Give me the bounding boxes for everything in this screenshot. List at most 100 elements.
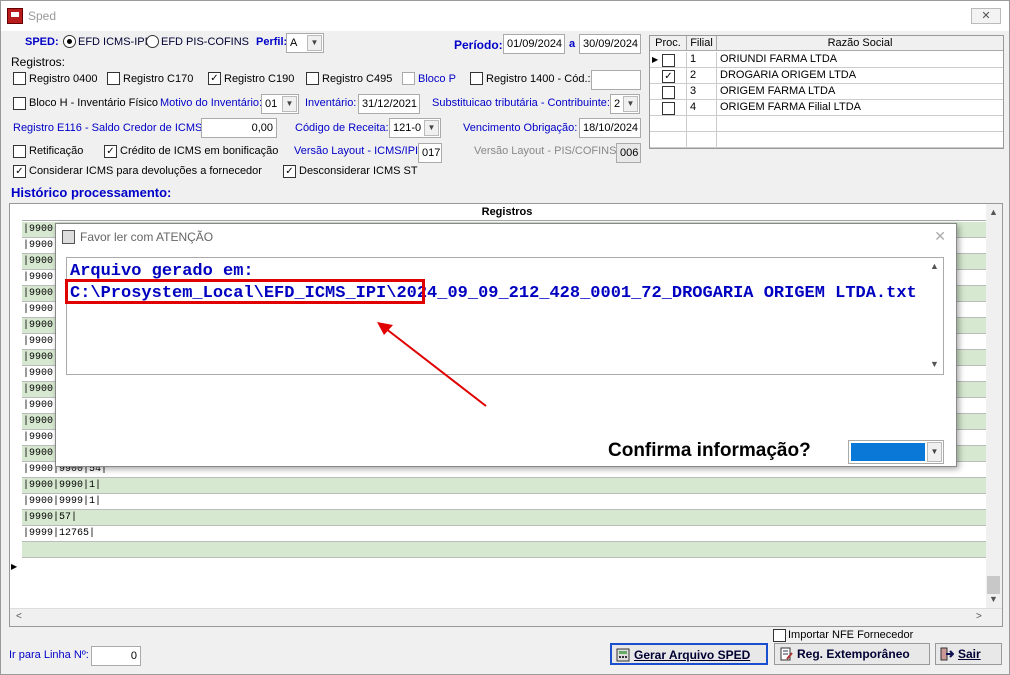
filiais-header: Proc. Filial Razão Social — [650, 36, 1003, 51]
scroll-thumb[interactable] — [987, 576, 1000, 594]
checkbox-bloco-h[interactable] — [13, 97, 26, 110]
registros-label: Registros: — [11, 55, 66, 69]
close-button[interactable]: ✕ — [971, 8, 1001, 24]
versao-pis-label: Versão Layout - PIS/COFINS: — [474, 145, 620, 157]
registro-1400-cod-input[interactable] — [591, 70, 641, 90]
checkbox-registro-1400[interactable] — [470, 72, 483, 85]
window-title: Sped — [28, 9, 57, 23]
vencimento-label: Vencimento Obrigação: — [463, 122, 578, 134]
filial-razao: ORIUNDI FARMA LTDA — [720, 53, 838, 65]
periodo-sep: a — [569, 38, 576, 50]
checkbox-registro-c190[interactable]: ✓ — [208, 72, 221, 85]
historico-row[interactable] — [22, 542, 992, 558]
filial-row[interactable]: 4 ORIGEM FARMA Filial LTDA — [650, 100, 1003, 116]
codrec-select[interactable]: 121-0 ▼ — [389, 118, 441, 138]
scroll-up-icon[interactable]: ▲ — [989, 207, 998, 217]
horizontal-scrollbar[interactable]: < > — [10, 608, 1002, 626]
chevron-down-icon: ▼ — [927, 442, 942, 462]
filial-row[interactable]: 3 ORIGEM FARMA LTDA — [650, 84, 1003, 100]
sped-label: SPED: — [25, 36, 59, 48]
inventario-input[interactable]: 31/12/2021 — [358, 94, 420, 114]
filial-checkbox[interactable] — [662, 54, 675, 67]
filial-row-empty — [650, 116, 1003, 132]
subst-select[interactable]: 2 ▼ — [610, 94, 640, 114]
scroll-right-icon[interactable]: > — [976, 611, 982, 622]
checkbox-registro-c495[interactable] — [306, 72, 319, 85]
filial-code: 1 — [687, 52, 717, 68]
checkbox-importar-nfe[interactable] — [773, 629, 786, 642]
chevron-down-icon: ▼ — [424, 120, 439, 136]
checkbox-registro-0400[interactable] — [13, 72, 26, 85]
sair-button[interactable]: Sair — [935, 643, 1002, 665]
checkbox-registro-c170[interactable] — [107, 72, 120, 85]
title-bar: Sped ✕ — [1, 1, 1009, 31]
filial-code: 3 — [687, 84, 717, 100]
historico-row[interactable]: |9900|9990|1| — [22, 478, 992, 494]
checkbox-bloco-p[interactable] — [402, 72, 415, 85]
exit-door-icon — [940, 647, 954, 661]
filial-razao: ORIGEM FARMA LTDA — [720, 85, 836, 97]
checkbox-retificacao[interactable] — [13, 145, 26, 158]
filial-razao: DROGARIA ORIGEM LTDA — [720, 69, 857, 81]
filial-row[interactable]: ▶ 1 ORIUNDI FARMA LTDA — [650, 52, 1003, 68]
motivo-select[interactable]: 01 ▼ — [261, 94, 299, 114]
credito-label: Crédito de ICMS em bonificação — [120, 145, 279, 157]
periodo-to-input[interactable]: 30/09/2024 — [579, 34, 641, 54]
perfil-select[interactable]: A ▼ — [286, 33, 324, 53]
reg-extemporaneo-button[interactable]: Reg. Extemporâneo — [774, 643, 930, 665]
message-scrollbar[interactable]: ▲ ▼ — [927, 258, 943, 374]
document-edit-icon — [780, 647, 793, 661]
bloco-p-label: Bloco P — [418, 73, 456, 85]
chevron-down-icon: ▼ — [282, 96, 297, 112]
radio-efd-pis-cofins[interactable] — [146, 35, 159, 48]
filial-razao: ORIGEM FARMA Filial LTDA — [720, 101, 861, 113]
filial-checkbox[interactable] — [662, 102, 675, 115]
col-razao: Razão Social — [827, 37, 893, 49]
versao-icms-label: Versão Layout - ICMS/IPI: — [294, 145, 422, 157]
perfil-label: Perfil: — [256, 36, 288, 48]
message-box[interactable]: Arquivo gerado em: C:\Prosystem_Local\EF… — [66, 257, 944, 375]
historico-row[interactable]: |9999|12765| — [22, 526, 992, 542]
scroll-left-icon[interactable]: < — [16, 611, 22, 622]
codrec-label: Código de Receita: — [295, 122, 389, 134]
importar-nfe-label: Importar NFE Fornecedor — [788, 629, 914, 641]
e116-input[interactable]: 0,00 — [201, 118, 277, 138]
retificacao-label: Retificação — [29, 145, 84, 157]
scroll-down-icon[interactable]: ▼ — [930, 359, 939, 369]
ir-para-linha-input[interactable]: 0 — [91, 646, 141, 666]
filial-checkbox[interactable] — [662, 86, 675, 99]
vertical-scrollbar[interactable]: ▲ ▼ — [986, 204, 1002, 608]
checkbox-credito-bonificacao[interactable]: ✓ — [104, 145, 117, 158]
sair-label: Sair — [958, 647, 981, 661]
filial-checkbox[interactable]: ✓ — [662, 70, 675, 83]
historico-label: Histórico processamento: — [11, 185, 172, 200]
radio-efd-icms-ipi[interactable] — [63, 35, 76, 48]
radio-efd-pis-cofins-label: EFD PIS-COFINS — [161, 36, 250, 48]
checkbox-desconsiderar-st[interactable]: ✓ — [283, 165, 296, 178]
scroll-up-icon[interactable]: ▲ — [930, 261, 939, 271]
checkbox-considerar-icms[interactable]: ✓ — [13, 165, 26, 178]
desconsiderar-label: Desconsiderar ICMS ST — [299, 165, 418, 177]
versao-pis-input[interactable]: 006 — [616, 143, 641, 163]
historico-row[interactable]: |9900|9999|1| — [22, 494, 992, 510]
filial-code: 2 — [687, 68, 717, 84]
historico-row[interactable]: |9990|57| — [22, 510, 992, 526]
considerar-label: Considerar ICMS para devoluções a fornec… — [29, 165, 262, 177]
filial-row[interactable]: ✓ 2 DROGARIA ORIGEM LTDA — [650, 68, 1003, 84]
periodo-from-input[interactable]: 01/09/2024 — [503, 34, 565, 54]
gerar-label: Gerar Arquivo SPED — [634, 648, 751, 662]
chevron-down-icon: ▼ — [307, 35, 322, 51]
attention-dialog: Favor ler com ATENÇÃO ✕ Arquivo gerado e… — [55, 223, 957, 467]
highlight-box — [65, 279, 425, 304]
registro-0400-label: Registro 0400 — [29, 73, 98, 85]
filial-code: 4 — [687, 100, 717, 116]
dialog-title: Favor ler com ATENÇÃO — [80, 230, 214, 244]
dialog-close-icon[interactable]: ✕ — [934, 228, 946, 245]
gerar-arquivo-sped-button[interactable]: Gerar Arquivo SPED — [610, 643, 768, 665]
scroll-down-icon[interactable]: ▼ — [989, 594, 998, 604]
motivo-label: Motivo do Inventário: — [160, 97, 263, 109]
versao-icms-input[interactable]: 017 — [418, 143, 442, 163]
confirm-label: Confirma informação? — [608, 440, 811, 461]
confirm-select[interactable]: ▼ — [848, 440, 944, 464]
vencimento-input[interactable]: 18/10/2024 — [579, 118, 641, 138]
